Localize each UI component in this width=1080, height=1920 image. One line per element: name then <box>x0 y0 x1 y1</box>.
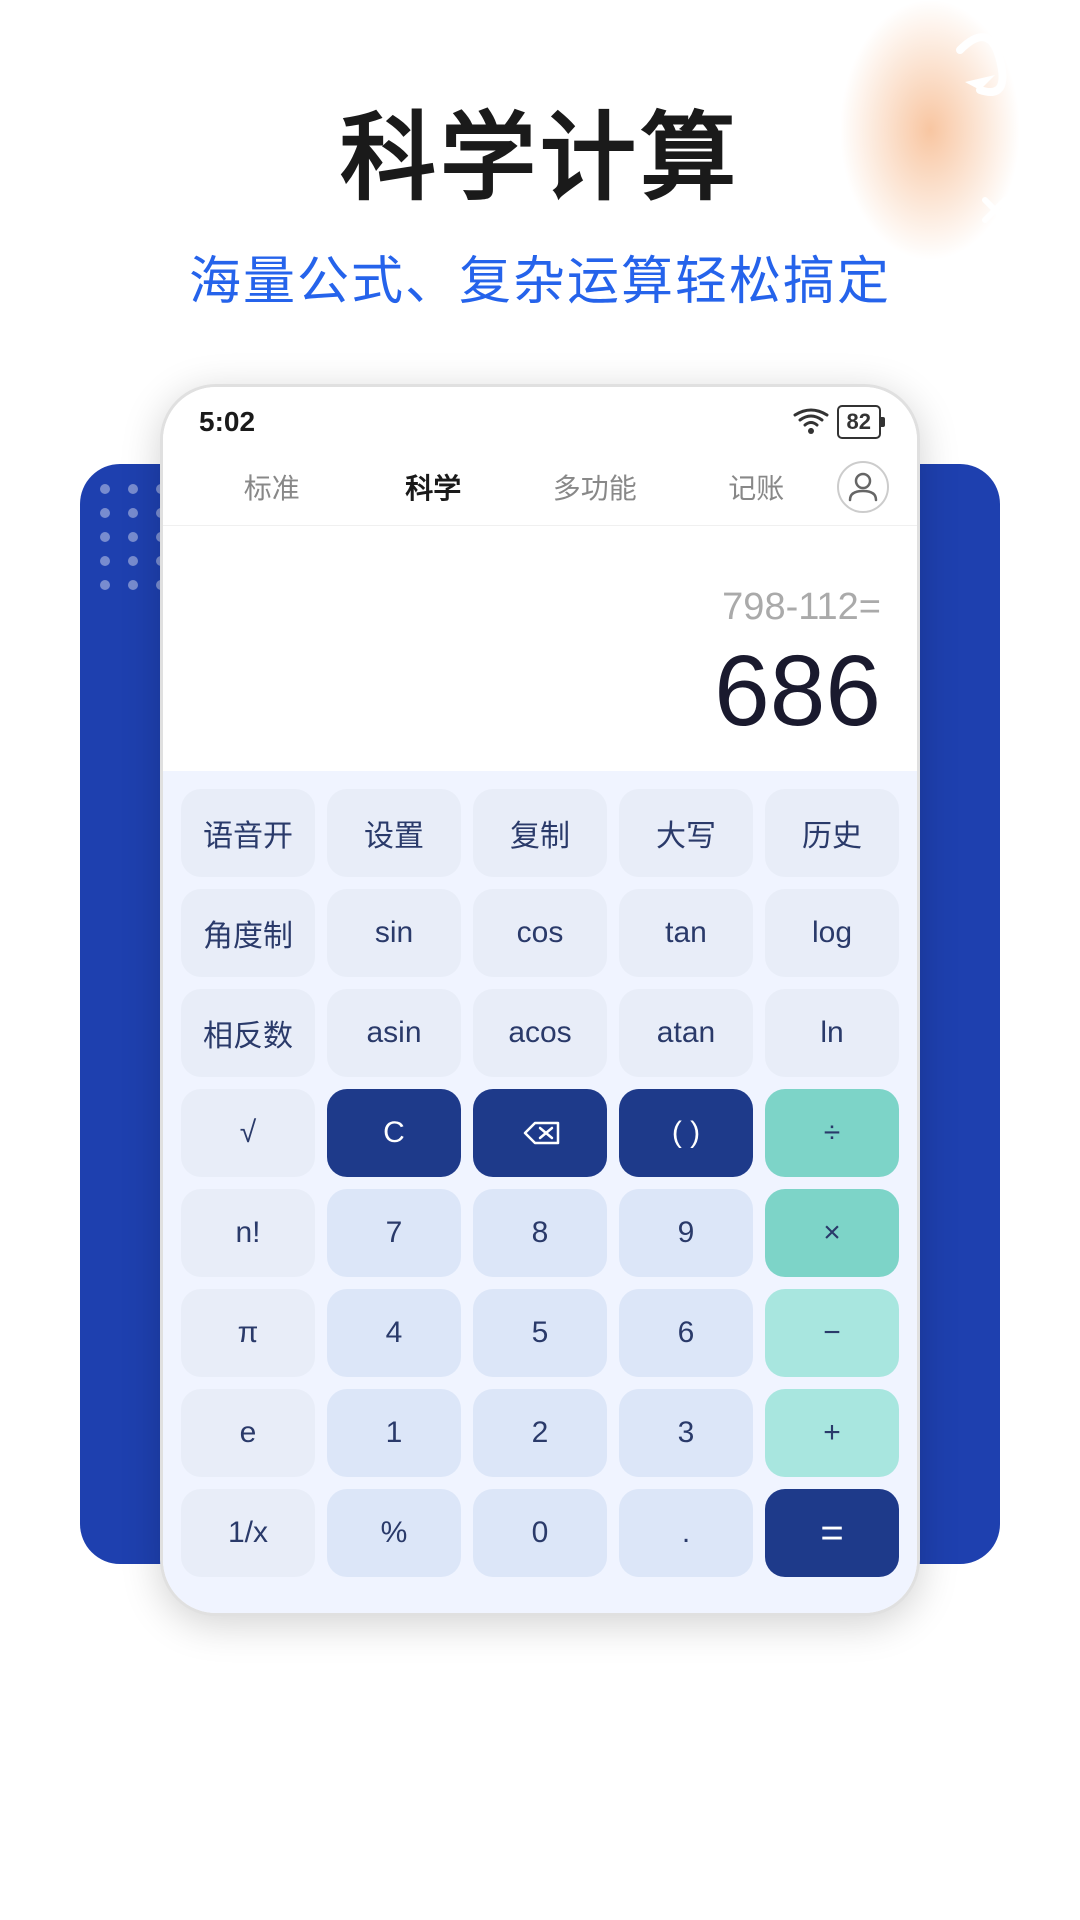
keyboard-row-7: e 1 2 3 + <box>181 1389 899 1477</box>
btn-parens[interactable]: ( ) <box>619 1089 753 1177</box>
keyboard-row-2: 角度制 sin cos tan log <box>181 889 899 977</box>
btn-clear[interactable]: C <box>327 1089 461 1177</box>
tab-multi[interactable]: 多功能 <box>514 457 676 517</box>
btn-neg[interactable]: 相反数 <box>181 989 315 1077</box>
btn-caps[interactable]: 大写 <box>619 789 753 877</box>
tab-account[interactable]: 记账 <box>676 457 838 517</box>
btn-acos[interactable]: acos <box>473 989 607 1077</box>
wifi-icon <box>793 408 829 436</box>
backspace-icon <box>520 1118 560 1148</box>
keyboard-row-1: 语音开 设置 复制 大写 历史 <box>181 789 899 877</box>
battery-icon: 82 <box>837 405 881 439</box>
keyboard-row-6: π 4 5 6 − <box>181 1289 899 1377</box>
btn-asin[interactable]: asin <box>327 989 461 1077</box>
btn-reciprocal[interactable]: 1/x <box>181 1489 315 1577</box>
keyboard-row-5: n! 7 8 9 × <box>181 1189 899 1277</box>
status-icons: 82 <box>793 405 881 439</box>
keyboard-row-3: 相反数 asin acos atan ln <box>181 989 899 1077</box>
btn-settings[interactable]: 设置 <box>327 789 461 877</box>
phone-frame-wrapper: 5:02 82 标准 科学 多功能 <box>160 384 920 1616</box>
display-result: 686 <box>199 641 881 741</box>
btn-atan[interactable]: atan <box>619 989 753 1077</box>
btn-6[interactable]: 6 <box>619 1289 753 1377</box>
btn-0[interactable]: 0 <box>473 1489 607 1577</box>
btn-factorial[interactable]: n! <box>181 1189 315 1277</box>
btn-equals[interactable]: = <box>765 1489 899 1577</box>
tab-standard[interactable]: 标准 <box>191 457 353 517</box>
nav-tabs: 标准 科学 多功能 记账 <box>163 449 917 526</box>
btn-dot[interactable]: . <box>619 1489 753 1577</box>
phone-frame: 5:02 82 标准 科学 多功能 <box>160 384 920 1616</box>
btn-minus[interactable]: − <box>765 1289 899 1377</box>
btn-log[interactable]: log <box>765 889 899 977</box>
btn-9[interactable]: 9 <box>619 1189 753 1277</box>
keyboard-row-8: 1/x % 0 . = <box>181 1489 899 1577</box>
btn-percent[interactable]: % <box>327 1489 461 1577</box>
profile-icon <box>846 470 880 504</box>
btn-sin[interactable]: sin <box>327 889 461 977</box>
btn-pi[interactable]: π <box>181 1289 315 1377</box>
btn-sqrt[interactable]: √ <box>181 1089 315 1177</box>
btn-angle[interactable]: 角度制 <box>181 889 315 977</box>
profile-button[interactable] <box>837 461 889 513</box>
top-section: 科学计算 海量公式、复杂运算轻松搞定 <box>0 0 1080 354</box>
btn-cos[interactable]: cos <box>473 889 607 977</box>
tab-science[interactable]: 科学 <box>353 457 515 517</box>
keyboard-row-4: √ C ( ) ÷ <box>181 1089 899 1177</box>
display-expression: 798-112= <box>199 586 881 629</box>
btn-ln[interactable]: ln <box>765 989 899 1077</box>
btn-tan[interactable]: tan <box>619 889 753 977</box>
deco-finger <box>800 0 1020 300</box>
btn-e[interactable]: e <box>181 1389 315 1477</box>
btn-backspace[interactable] <box>473 1089 607 1177</box>
btn-7[interactable]: 7 <box>327 1189 461 1277</box>
btn-multiply[interactable]: × <box>765 1189 899 1277</box>
btn-copy[interactable]: 复制 <box>473 789 607 877</box>
btn-1[interactable]: 1 <box>327 1389 461 1477</box>
btn-divide[interactable]: ÷ <box>765 1089 899 1177</box>
status-time: 5:02 <box>199 406 255 438</box>
btn-voice[interactable]: 语音开 <box>181 789 315 877</box>
btn-4[interactable]: 4 <box>327 1289 461 1377</box>
btn-2[interactable]: 2 <box>473 1389 607 1477</box>
btn-history[interactable]: 历史 <box>765 789 899 877</box>
btn-8[interactable]: 8 <box>473 1189 607 1277</box>
btn-5[interactable]: 5 <box>473 1289 607 1377</box>
btn-plus[interactable]: + <box>765 1389 899 1477</box>
display-area: 798-112= 686 <box>163 526 917 771</box>
status-bar: 5:02 82 <box>163 387 917 449</box>
btn-3[interactable]: 3 <box>619 1389 753 1477</box>
keyboard-area: 语音开 设置 复制 大写 历史 角度制 sin cos tan log 相反数 … <box>163 771 917 1613</box>
